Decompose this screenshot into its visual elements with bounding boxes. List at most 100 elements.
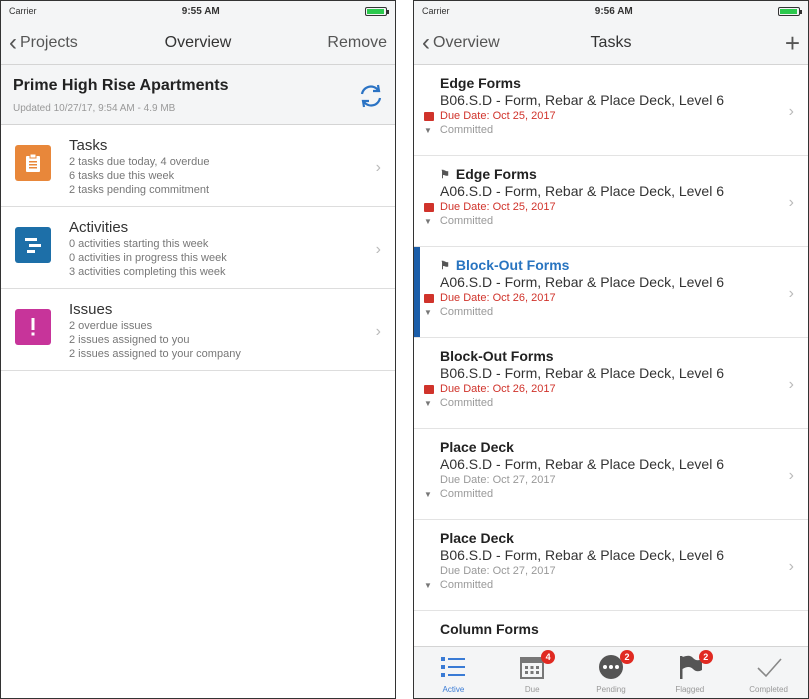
- nav-bar: ‹ Projects Overview Remove: [1, 21, 395, 65]
- task-title: ⚑ Edge Forms: [440, 166, 778, 182]
- tab-completed[interactable]: Completed: [734, 652, 804, 694]
- tab-due[interactable]: 4 Due: [497, 650, 567, 694]
- task-row[interactable]: ⚑ Edge Forms A06.S.D - Form, Rebar & Place…: [414, 156, 808, 247]
- back-label: Projects: [20, 33, 78, 51]
- carrier-label: Carrier: [422, 6, 450, 16]
- task-title: Place Deck: [440, 530, 778, 546]
- category-summary-line: 2 issues assigned to your company: [69, 348, 241, 360]
- status-bar: Carrier 9:56 AM: [414, 1, 808, 21]
- flag-icon: ⚑: [440, 259, 450, 272]
- task-activity: B06.S.D - Form, Rebar & Place Deck, Leve…: [440, 365, 724, 381]
- back-button[interactable]: ‹ Overview: [422, 30, 500, 55]
- tab-active[interactable]: Active: [418, 652, 488, 694]
- clock: 9:55 AM: [181, 5, 220, 17]
- status-text: Committed: [439, 579, 494, 591]
- due-date: Due Date: Oct 26, 2017: [424, 292, 778, 304]
- task-activity: A06.S.D - Form, Rebar & Place Deck, Leve…: [440, 456, 724, 472]
- gantt-icon: [15, 227, 51, 263]
- disclosure-triangle-icon[interactable]: ▼: [424, 217, 432, 226]
- chevron-right-icon: ›: [375, 323, 381, 340]
- chevron-right-icon: ›: [788, 376, 794, 393]
- due-date-text: Due Date: Oct 27, 2017: [440, 474, 556, 486]
- category-row-tasks[interactable]: Tasks 2 tasks due today, 4 overdue 6 tasks…: [1, 125, 395, 207]
- overview-screen: Carrier 9:55 AM ‹ Projects Overview Remov…: [0, 0, 396, 699]
- category-body: Activities 0 activities starting this wee…: [69, 219, 385, 278]
- remove-button[interactable]: Remove: [327, 34, 387, 52]
- task-title-text: Place Deck: [440, 530, 514, 546]
- due-date: Due Date: Oct 25, 2017: [424, 201, 778, 213]
- calendar-icon: [424, 293, 434, 303]
- status-text: Committed: [439, 488, 494, 500]
- task-title: Place Deck: [440, 439, 778, 455]
- chevron-right-icon: ›: [788, 103, 794, 120]
- calendar-icon: [424, 111, 434, 121]
- calendar-icon: 4: [518, 650, 556, 682]
- due-date-text: Due Date: Oct 25, 2017: [440, 201, 556, 213]
- task-title-text: Edge Forms: [440, 75, 521, 91]
- due-date-text: Due Date: Oct 26, 2017: [440, 383, 556, 395]
- commitment-status: ▼ Committed: [424, 579, 778, 591]
- due-date: Due Date: Oct 25, 2017: [424, 110, 778, 122]
- add-task-button[interactable]: +: [785, 30, 800, 56]
- calendar-icon: [424, 384, 434, 394]
- count-badge: 2: [619, 650, 634, 664]
- calendar-icon: [424, 202, 434, 212]
- disclosure-triangle-icon[interactable]: ▼: [424, 308, 432, 317]
- category-row-issues[interactable]: Issues 2 overdue issues 2 issues assigned …: [1, 289, 395, 371]
- tasks-screen: Carrier 9:56 AM ‹ Overview Tasks + Edge F…: [413, 0, 809, 699]
- commitment-status: ▼ Committed: [424, 124, 778, 136]
- category-summary-line: 2 tasks pending commitment: [69, 184, 210, 196]
- task-title: Block-Out Forms: [440, 348, 778, 364]
- chevron-right-icon: ›: [788, 558, 794, 575]
- exclamation-icon: [15, 309, 51, 345]
- task-title-text: Edge Forms: [455, 166, 537, 182]
- project-name: Prime High Rise Apartments: [13, 77, 229, 94]
- task-row[interactable]: Block-Out Forms B06.S.D - Form, Rebar & P…: [414, 338, 808, 429]
- checkmark-icon: [755, 652, 783, 682]
- task-row[interactable]: Place Deck A06.S.D - Form, Rebar & Place …: [414, 429, 808, 520]
- due-date: Due Date: Oct 26, 2017: [424, 383, 778, 395]
- flag-icon: ⚑: [440, 168, 450, 181]
- category-summary-line: 3 activities completing this week: [69, 266, 226, 278]
- due-date-text: Due Date: Oct 27, 2017: [440, 565, 556, 577]
- status-text: Committed: [439, 306, 494, 318]
- category-summary-line: 2 issues assigned to you: [69, 334, 190, 346]
- category-summary-line: 2 overdue issues: [69, 320, 153, 332]
- status-text: Committed: [439, 397, 494, 409]
- category-title: Activities: [69, 219, 129, 236]
- flag-icon: 2: [676, 650, 713, 682]
- task-row[interactable]: ⚑ Block-Out Forms A06.S.D - Form, Rebar & …: [414, 247, 808, 338]
- status-text: Committed: [439, 124, 494, 136]
- tab-pending[interactable]: 2 Pending: [576, 650, 646, 694]
- task-title: Column Forms: [440, 621, 778, 637]
- chevron-right-icon: ›: [375, 159, 381, 176]
- disclosure-triangle-icon[interactable]: ▼: [424, 399, 432, 408]
- category-row-activities[interactable]: Activities 0 activities starting this wee…: [1, 207, 395, 289]
- task-row[interactable]: Edge Forms B06.S.D - Form, Rebar & Place …: [414, 65, 808, 156]
- task-activity: A06.S.D - Form, Rebar & Place Deck, Leve…: [440, 274, 724, 290]
- category-body: Issues 2 overdue issues 2 issues assigned …: [69, 301, 385, 360]
- commitment-status: ▼ Committed: [424, 215, 778, 227]
- disclosure-triangle-icon[interactable]: ▼: [424, 490, 432, 499]
- category-summary-line: 6 tasks due this week: [69, 170, 175, 182]
- task-title-text: Block-Out Forms: [455, 257, 570, 273]
- tab-flagged[interactable]: 2 Flagged: [655, 650, 725, 694]
- clipboard-icon: [15, 145, 51, 181]
- task-list: Edge Forms B06.S.D - Form, Rebar & Place …: [414, 65, 808, 698]
- disclosure-triangle-icon[interactable]: ▼: [424, 581, 432, 590]
- project-meta: Updated 10/27/17, 9:54 AM - 4.9 MB: [13, 103, 176, 114]
- nav-bar: ‹ Overview Tasks +: [414, 21, 808, 65]
- category-title: Tasks: [69, 137, 108, 154]
- battery-icon: [365, 6, 389, 16]
- disclosure-triangle-icon[interactable]: ▼: [424, 126, 432, 135]
- tab-label: Due: [524, 685, 540, 694]
- sync-icon[interactable]: [357, 82, 385, 110]
- commitment-status: ▼ Committed: [424, 488, 778, 500]
- due-date-text: Due Date: Oct 25, 2017: [440, 110, 556, 122]
- due-date: Due Date: Oct 27, 2017: [440, 565, 778, 577]
- carrier-label: Carrier: [9, 6, 37, 16]
- task-row[interactable]: Place Deck B06.S.D - Form, Rebar & Place …: [414, 520, 808, 611]
- back-button[interactable]: ‹ Projects: [9, 30, 78, 55]
- list-icon: [439, 652, 467, 682]
- category-summary-line: 0 activities starting this week: [69, 238, 209, 250]
